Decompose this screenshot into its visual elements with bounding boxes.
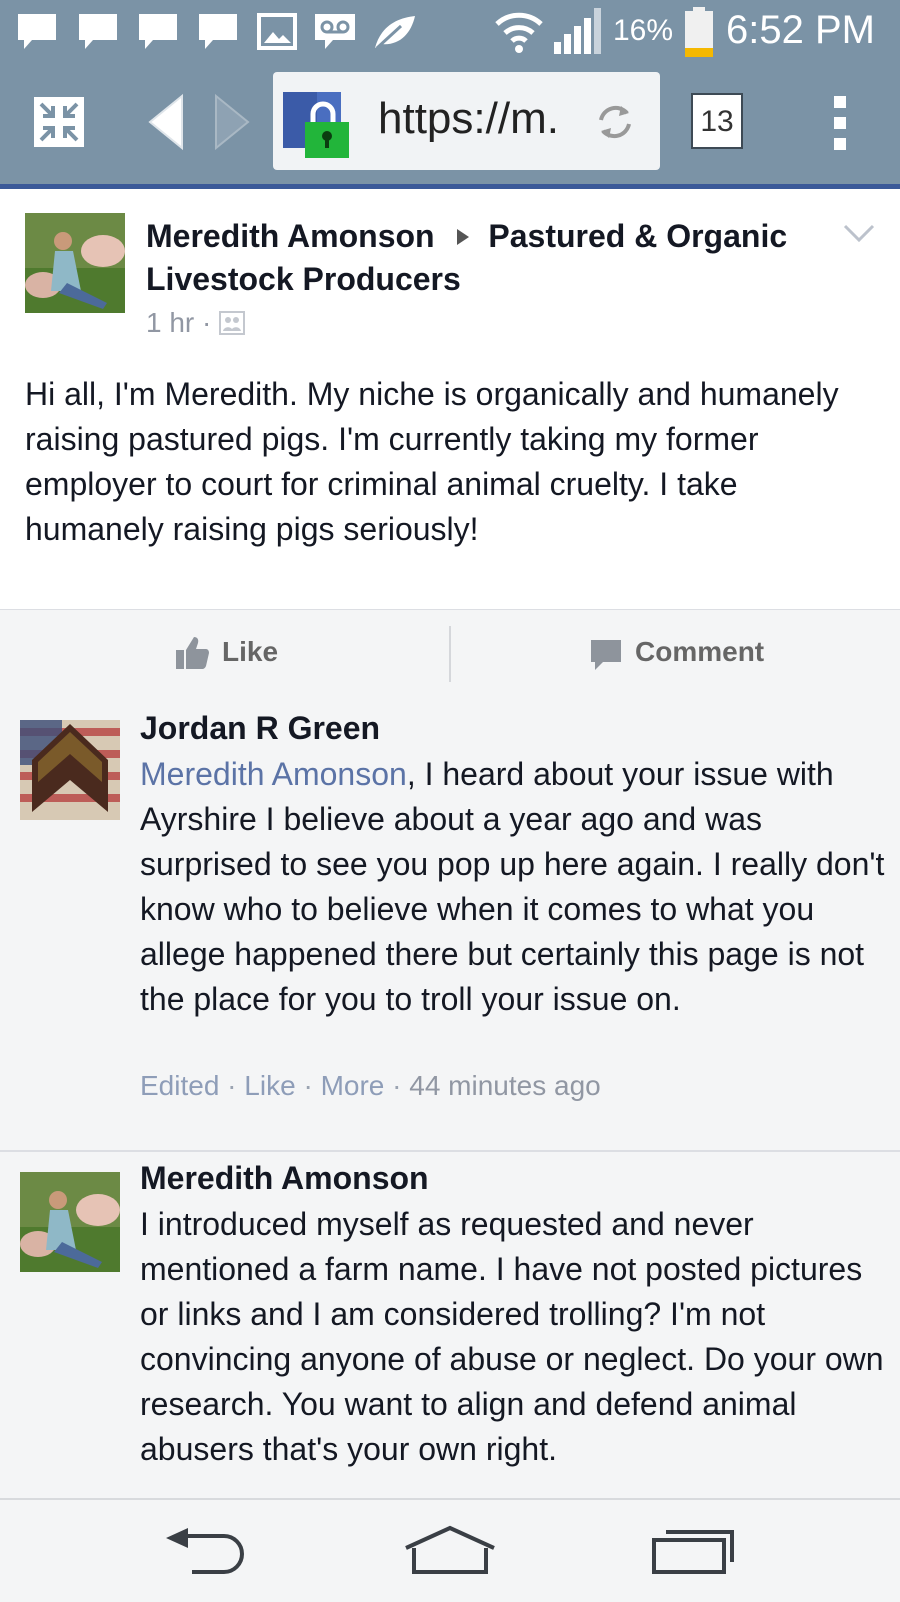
mention-link[interactable]: Meredith Amonson — [140, 756, 407, 792]
nav-home-button[interactable] — [402, 1524, 498, 1576]
nav-back-button[interactable] — [162, 1526, 252, 1578]
leaf-icon — [375, 16, 415, 50]
post-text: Hi all, I'm Meredith. My niche is organi… — [25, 376, 839, 547]
url-text: https://m. — [378, 94, 559, 143]
back-button[interactable] — [146, 92, 186, 152]
voicemail-icon — [315, 14, 355, 49]
like-label: Like — [222, 636, 279, 667]
comment-like-link[interactable]: Like — [244, 1070, 295, 1101]
collapse-icon — [34, 97, 84, 147]
comment-button[interactable]: Comment — [451, 610, 900, 700]
comment-author[interactable]: Jordan R Green — [140, 710, 380, 747]
comment-text-body: , I heard about your issue with Ayrshire… — [140, 756, 885, 1017]
edited-link[interactable]: Edited — [140, 1070, 219, 1101]
message-icon — [18, 14, 56, 49]
comment-text: Meredith Amonson, I heard about your iss… — [140, 752, 885, 1022]
comments-list: Jordan R Green Meredith Amonson, I heard… — [0, 700, 900, 1498]
forward-arrow-icon — [215, 93, 250, 151]
exit-fullscreen-button[interactable] — [33, 96, 85, 148]
image-icon — [257, 13, 297, 50]
browser-toolbar: https://m. 13 — [0, 62, 900, 189]
battery-percent: 16% — [613, 14, 674, 47]
signal-icon — [554, 8, 601, 54]
message-icon — [139, 14, 177, 49]
wifi-icon — [495, 12, 543, 53]
comment: Jordan R Green Meredith Amonson, I heard… — [0, 700, 900, 1150]
avatar[interactable] — [20, 1172, 120, 1272]
recent-apps-icon — [652, 1530, 734, 1574]
battery-icon — [685, 7, 713, 57]
avatar[interactable] — [25, 213, 125, 313]
menu-button[interactable] — [830, 94, 850, 152]
message-icon — [199, 14, 237, 49]
group-audience-icon — [219, 311, 246, 335]
comment-more-link[interactable]: More — [321, 1070, 385, 1101]
caret-right-icon — [457, 229, 470, 245]
avatar[interactable] — [20, 720, 120, 820]
like-button[interactable]: Like — [0, 610, 449, 700]
system-nav-bar — [0, 1498, 900, 1602]
comment: Meredith Amonson I introduced myself as … — [0, 1152, 900, 1498]
comment-label: Comment — [635, 636, 765, 667]
back-arrow-icon — [148, 93, 183, 151]
back-icon — [166, 1528, 244, 1574]
comment-time[interactable]: 44 minutes ago — [409, 1070, 600, 1101]
post-action-bar: Like Comment — [0, 609, 900, 702]
post-meta: 1 hr · — [146, 307, 246, 339]
address-bar[interactable]: https://m. — [273, 72, 660, 170]
secure-site-icon — [283, 92, 349, 158]
status-bar: 16% 6:52 PM — [0, 0, 900, 62]
forward-button[interactable] — [212, 92, 252, 152]
chevron-down-icon[interactable] — [842, 223, 876, 245]
overflow-menu-icon — [834, 96, 846, 150]
post: Meredith Amonson Pastured & Organic Live… — [0, 189, 900, 609]
post-author-link[interactable]: Meredith Amonson — [146, 218, 435, 254]
post-time[interactable]: 1 hr — [146, 307, 194, 338]
comment-author[interactable]: Meredith Amonson — [140, 1160, 429, 1197]
tabs-button[interactable]: 13 — [691, 93, 743, 149]
post-header: Meredith Amonson Pastured & Organic Live… — [146, 215, 846, 301]
home-icon — [405, 1525, 495, 1574]
refresh-icon[interactable] — [593, 100, 637, 144]
comment-meta: Edited · Like · More · 44 minutes ago — [140, 1070, 601, 1101]
comment-icon — [591, 640, 621, 670]
nav-recent-apps-button[interactable] — [650, 1524, 738, 1576]
message-icon — [79, 14, 117, 49]
thumbs-up-icon — [176, 637, 209, 669]
comment-text: I introduced myself as requested and nev… — [140, 1206, 884, 1467]
clock: 6:52 PM — [726, 8, 875, 52]
